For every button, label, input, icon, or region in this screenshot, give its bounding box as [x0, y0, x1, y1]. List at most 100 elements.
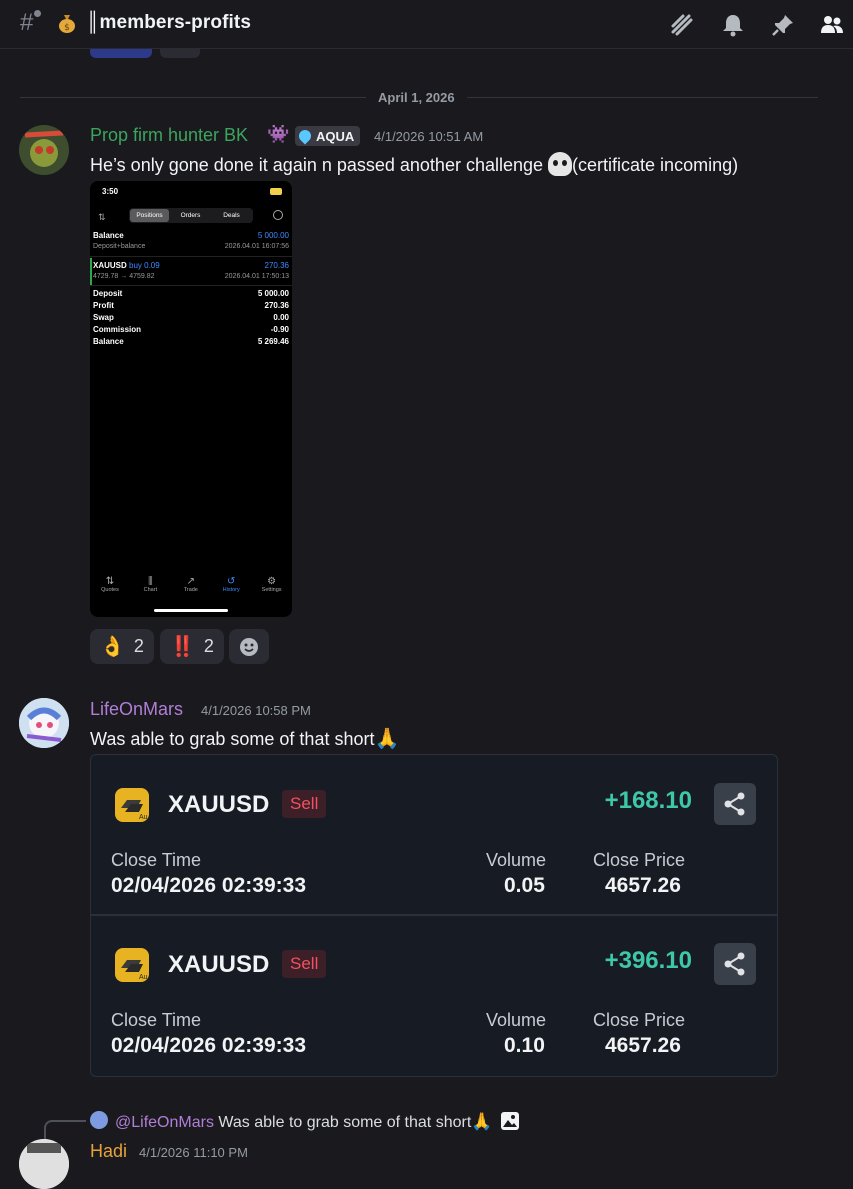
status-bar: 3:50 [93, 187, 289, 196]
nav-history[interactable]: ↺ History [211, 576, 251, 593]
trade-side: buy 0.09 [129, 261, 160, 270]
gold-bar-icon: Au [121, 960, 148, 981]
tab-deals[interactable]: Deals [212, 209, 251, 222]
server-tag[interactable]: AQUA [295, 126, 361, 146]
username[interactable]: LifeOnMars [90, 699, 183, 720]
reply-connector [44, 1120, 86, 1142]
trade-symbol: XAUUSD [168, 791, 270, 818]
close-time-label: Close Time [111, 850, 202, 870]
message-text-suffix: (certificate incoming) [572, 155, 739, 175]
clock-icon[interactable] [273, 210, 283, 220]
nav-label: Settings [261, 587, 282, 593]
tab-positions[interactable]: Positions [130, 209, 169, 222]
nav-icon: ⇅ [105, 576, 115, 587]
close-time-value: 02/04/2026 02:39:33 [111, 874, 306, 897]
reaction-count: 2 [203, 636, 214, 656]
trade-profit: +396.10 [604, 947, 692, 974]
share-button[interactable] [714, 943, 756, 985]
balance-value: 5 000.00 [257, 231, 289, 240]
nav-label: Chart [143, 587, 158, 593]
deposit-date: 2026.04.01 16:07:56 [224, 243, 289, 250]
reply-avatar[interactable] [90, 1111, 108, 1129]
image-attachment[interactable]: Au XAUUSD Sell +168.10 Close Time 02/04/… [90, 754, 778, 1077]
summary-row: Deposit 5 000.00 [93, 289, 289, 298]
nav-label: Trade [183, 587, 198, 593]
trade-symbol: XAUUSD [168, 951, 270, 978]
tab-orders[interactable]: Orders [171, 209, 210, 222]
avatar-image [19, 698, 69, 748]
nav-label: History [222, 587, 240, 593]
status-time: 3:50 [102, 187, 119, 196]
add-reaction-button[interactable] [229, 629, 269, 664]
nav-icon: ↗ [186, 576, 195, 587]
image-attachment[interactable]: 3:50 ⇅ Positions Orders Deals Balance 5 … [90, 181, 292, 617]
avatar[interactable] [19, 698, 69, 748]
previous-reaction-stub [160, 49, 200, 58]
summary-value: 0.00 [273, 313, 289, 322]
summary-value: 5 269.46 [257, 337, 289, 346]
channel-activity-dot [34, 10, 41, 17]
trade-detail-row: 4729.78 → 4759.82 2026.04.01 17:50:13 [93, 273, 289, 280]
reaction-emoji: ‼️ [170, 636, 195, 658]
avatar[interactable] [19, 125, 69, 175]
home-indicator [154, 609, 228, 612]
svg-text:$: $ [64, 23, 70, 33]
message-text-main: Was able to grab some of that short [90, 729, 375, 749]
reply-preview[interactable]: @LifeOnMars Was able to grab some of tha… [115, 1111, 520, 1132]
droplet-icon [296, 127, 314, 145]
image-icon [500, 1112, 519, 1130]
summary-label: Balance [93, 337, 124, 346]
channel-header: # $ ║members-profits [0, 0, 853, 49]
svg-text:Au: Au [139, 974, 148, 981]
battery-icon [270, 188, 282, 195]
nav-trade[interactable]: ↗ Trade [171, 576, 211, 593]
reaction-ok-hand[interactable]: 👌 2 [90, 629, 154, 664]
share-button[interactable] [714, 783, 756, 825]
close-price-value: 4657.26 [605, 874, 681, 897]
nav-icon: ⫼ [148, 576, 153, 587]
praying-hands-emoji: 🙏 [374, 728, 400, 750]
share-icon [724, 952, 745, 976]
gold-bar-icon: Au [121, 800, 148, 821]
summary-value: -0.90 [270, 325, 289, 334]
bell-icon[interactable] [720, 12, 746, 38]
deposit-row: Deposit+balance 2026.04.01 16:07:56 [93, 243, 289, 250]
message-text: He’s only gone done it again n passed an… [90, 152, 738, 176]
reaction-double-exclamation[interactable]: ‼️ 2 [160, 629, 224, 664]
message-text: Was able to grab some of that short🙏 [90, 726, 399, 751]
close-price-label: Close Price [593, 1010, 686, 1030]
summary-label: Swap [93, 313, 114, 322]
close-price-value: 4657.26 [605, 1034, 681, 1057]
nav-chart[interactable]: ⫼ Chart [130, 576, 170, 593]
reply-mention[interactable]: @LifeOnMars [115, 1114, 214, 1131]
nav-quotes[interactable]: ⇅ Quotes [90, 576, 130, 593]
volume-label: Volume [486, 850, 547, 870]
pin-icon[interactable] [770, 12, 796, 38]
avatar-image [19, 1139, 69, 1189]
summary-row: Profit 270.36 [93, 301, 289, 310]
close-time-label: Close Time [111, 1010, 202, 1030]
gold-coin-icon: Au [115, 948, 149, 982]
summary-row: Balance 5 269.46 [93, 337, 289, 346]
username[interactable]: Hadi [90, 1141, 127, 1162]
members-icon[interactable] [819, 12, 845, 38]
previous-reaction-stub [90, 49, 152, 58]
avatar[interactable] [19, 1139, 69, 1189]
threads-icon[interactable] [669, 12, 695, 38]
avatar-image [19, 125, 69, 175]
nav-settings[interactable]: ⚙ Settings [252, 576, 292, 593]
reaction-emoji: 👌 [100, 636, 125, 658]
reaction-count: 2 [133, 636, 144, 656]
username[interactable]: Prop firm hunter BK [90, 125, 248, 146]
profit-indicator [90, 258, 92, 285]
sort-icon[interactable]: ⇅ [98, 212, 106, 223]
summary-value: 270.36 [264, 301, 289, 310]
nav-label: Quotes [101, 587, 119, 593]
trade-symbol: XAUUSD [93, 261, 127, 270]
row-divider [90, 285, 292, 286]
trade-profit: +168.10 [604, 787, 692, 814]
server-tag-label: AQUA [316, 128, 355, 144]
trade-entry: Au XAUUSD Sell +396.10 Close Time 02/04/… [91, 916, 777, 1076]
summary-label: Commission [93, 325, 142, 334]
balance-label: Balance [93, 231, 124, 240]
